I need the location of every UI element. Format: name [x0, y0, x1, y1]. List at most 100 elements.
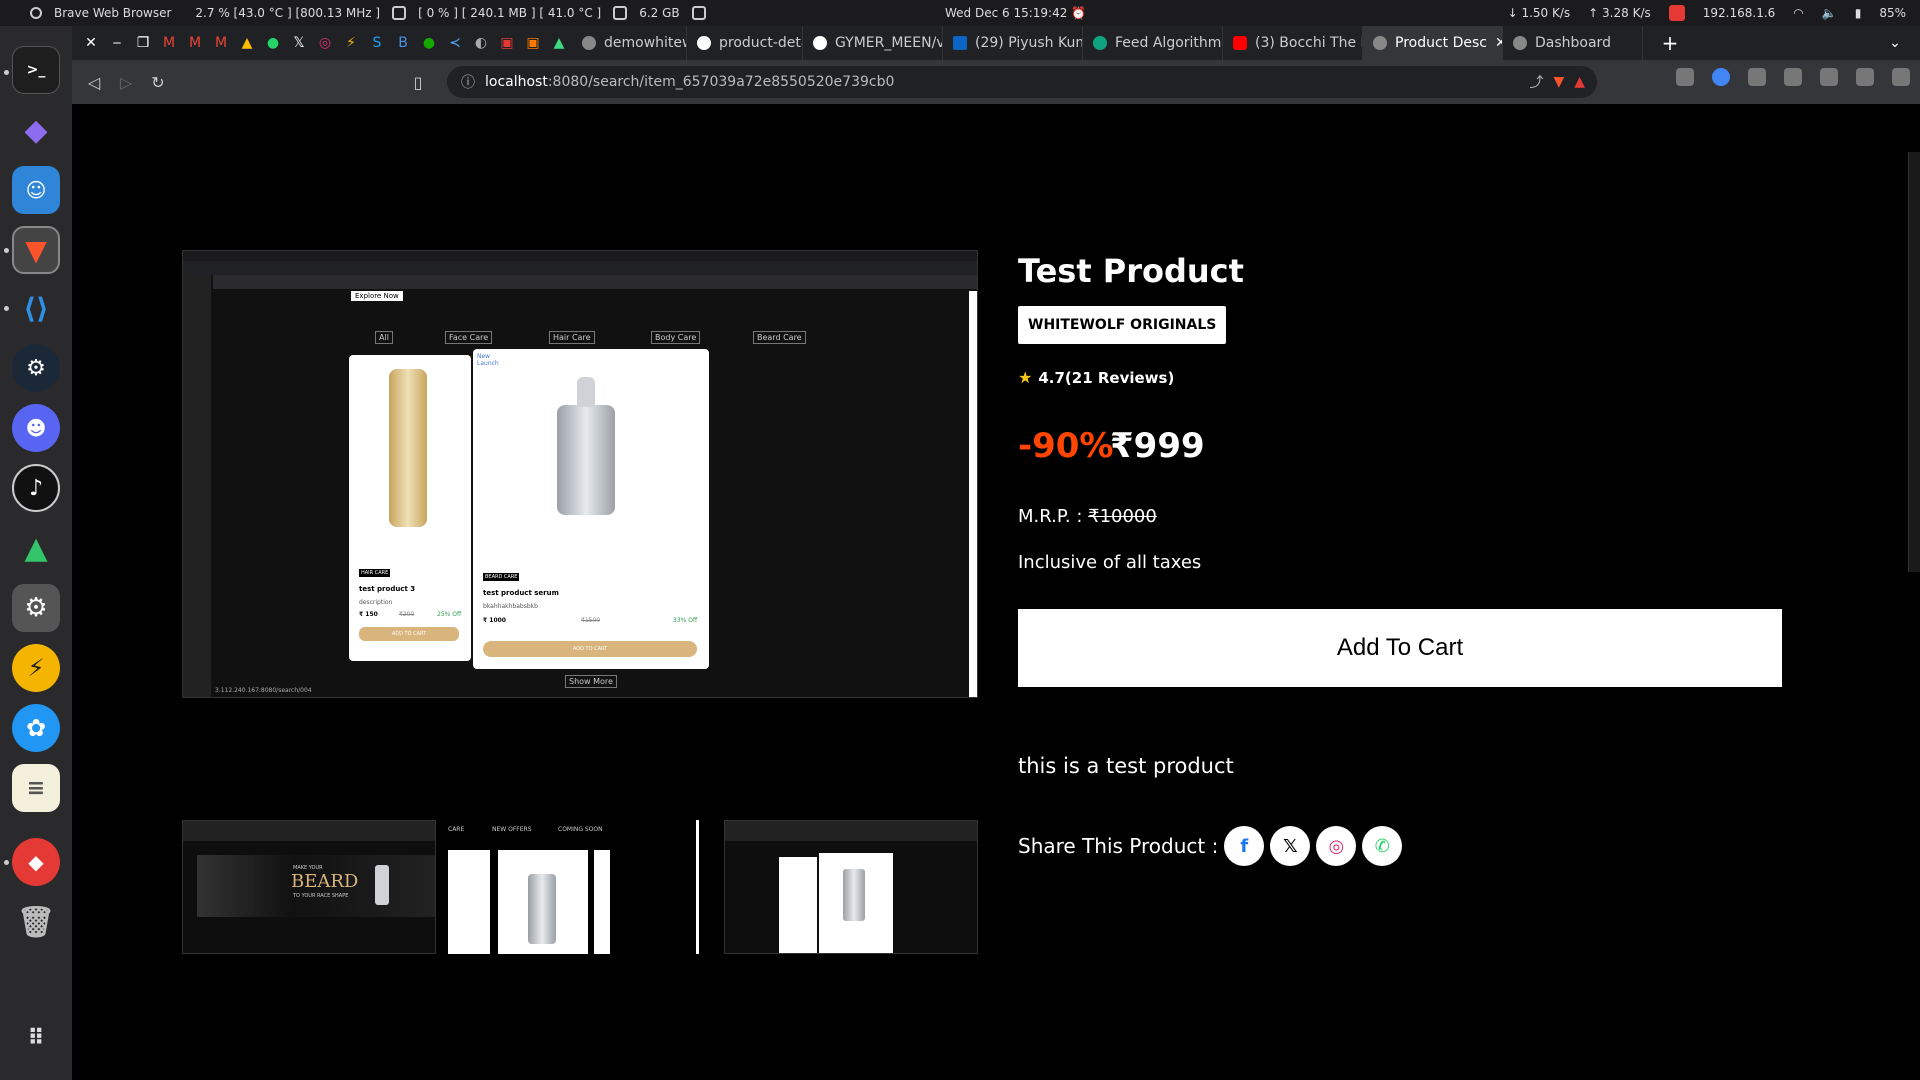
- thumbnail-3[interactable]: [724, 820, 978, 954]
- download-icon[interactable]: [1784, 68, 1802, 86]
- pinned-tab-icon[interactable]: ▣: [520, 30, 546, 56]
- info-icon[interactable]: ⓘ: [461, 72, 475, 92]
- inner-scrollbar: [969, 291, 977, 697]
- brave-icon[interactable]: ▼: [12, 226, 60, 274]
- tab-list-icon[interactable]: ⌄: [1882, 30, 1908, 56]
- tab-gymer-meen[interactable]: GYMER_MEEN/v: [803, 26, 943, 60]
- thumb2-divider: [696, 820, 699, 954]
- url-host: localhost: [485, 74, 548, 90]
- facebook-icon[interactable]: f: [1224, 826, 1265, 866]
- globe-icon: [582, 36, 596, 50]
- product-page: Explore Now All Face Care Hair Care Body…: [72, 104, 1920, 1080]
- share-label: Share This Product :: [1018, 834, 1219, 858]
- clock[interactable]: Wed Dec 6 15:19:42: [945, 6, 1067, 20]
- anydesk-dock-icon[interactable]: ◆: [12, 838, 60, 886]
- tab-demowhitewolf[interactable]: demowhitewolf.i: [572, 26, 687, 60]
- pinned-tab-icon[interactable]: ▣: [494, 30, 520, 56]
- x-icon[interactable]: 𝕏: [1270, 826, 1311, 866]
- back-icon[interactable]: ◁: [78, 66, 110, 98]
- cpu-icon: [392, 6, 407, 20]
- monitor-icon[interactable]: ▲: [12, 524, 60, 572]
- gmail-tab-icon[interactable]: M: [182, 30, 208, 56]
- thumbnail-1[interactable]: MAKE YOUR BEARD TO YOUR RACE SHAPE: [182, 820, 436, 954]
- chrome-extension-icon[interactable]: [1712, 68, 1730, 86]
- lightning-icon[interactable]: ⚡: [12, 644, 60, 692]
- brand-badge[interactable]: WHITEWOLF ORIGINALS: [1018, 306, 1227, 344]
- pinned-tab-icon[interactable]: ▲: [546, 30, 572, 56]
- pinned-tab-icon[interactable]: ⚡: [338, 30, 364, 56]
- pinned-tab-icon[interactable]: ◐: [468, 30, 494, 56]
- menu-icon[interactable]: [1892, 68, 1910, 86]
- card2-add-button: ADD TO CART: [483, 641, 697, 657]
- tab-product-detail[interactable]: product-detail-c: [687, 26, 803, 60]
- thumb3-bottle: [843, 869, 865, 921]
- drive-tab-icon[interactable]: ▲: [234, 30, 260, 56]
- close-tab-icon[interactable]: ✕: [1495, 35, 1502, 51]
- gmail-tab-icon[interactable]: M: [156, 30, 182, 56]
- gmail-tab-icon[interactable]: M: [208, 30, 234, 56]
- anydesk-icon[interactable]: [1668, 5, 1685, 21]
- terminal-icon[interactable]: >_: [12, 46, 60, 94]
- wifi-icon[interactable]: ◠: [1793, 6, 1803, 20]
- tab-linkedin[interactable]: (29) Piyush Kum: [943, 26, 1083, 60]
- trash-icon[interactable]: 🗑: [12, 898, 60, 946]
- pinned-tab-icon[interactable]: B: [390, 30, 416, 56]
- tab-product-desc[interactable]: Product Desc✕: [1363, 26, 1503, 60]
- forward-icon[interactable]: ▷: [110, 66, 142, 98]
- tab-bocchi[interactable]: (3) Bocchi The R: [1223, 26, 1363, 60]
- tab-feed-algorithm[interactable]: Feed Algorithm: [1083, 26, 1223, 60]
- linkedin-icon: [953, 36, 967, 50]
- notes-icon[interactable]: ≡: [12, 764, 60, 812]
- close-window-icon[interactable]: ✕: [78, 30, 104, 56]
- sidebar-icon[interactable]: [1820, 68, 1838, 86]
- thumb3-topbar: [725, 821, 977, 841]
- gold-bottle-image: [389, 369, 427, 527]
- chip-icon: [691, 6, 706, 20]
- discord-icon[interactable]: ☻: [12, 404, 60, 452]
- url-path: :8080/search/item_657039a72e8550520e739c…: [547, 74, 895, 90]
- usage-stat: [ 0 % ] [ 240.1 MB ] [ 41.0 °C ]: [418, 6, 602, 20]
- apps-grid-icon[interactable]: ⠿: [12, 1014, 60, 1062]
- battery-icon[interactable]: ▮: [1855, 6, 1862, 20]
- vscode-icon[interactable]: ⟨⟩: [12, 284, 60, 332]
- brave-shield-icon[interactable]: ▼: [1553, 74, 1564, 90]
- address-bar[interactable]: ⓘ localhost:8080/search/item_657039a72e8…: [447, 66, 1597, 98]
- extension-icon[interactable]: [1676, 68, 1694, 86]
- pinned-tab-icon[interactable]: ≺: [442, 30, 468, 56]
- maximize-icon[interactable]: ❐: [130, 30, 156, 56]
- card2-desc: bkahhakhbabsbkb: [483, 603, 538, 610]
- volume-icon[interactable]: 🔈: [1822, 6, 1837, 20]
- new-tab-icon[interactable]: +: [1657, 30, 1683, 56]
- memory-stat: 6.2 GB: [639, 6, 680, 20]
- browser-window: ✕ ‒ ❐ M M M ▲ ● 𝕏 ◎ ⚡ S B ● ≺ ◐ ▣ ▣ ▲ de…: [72, 26, 1920, 1080]
- bookmark-icon[interactable]: ▯: [402, 66, 434, 98]
- puzzle-icon[interactable]: [1748, 68, 1766, 86]
- whatsapp-icon[interactable]: ✆: [1362, 826, 1403, 866]
- gear-app-icon[interactable]: ✿: [12, 704, 60, 752]
- steam-icon[interactable]: ⚙: [12, 344, 60, 392]
- thumb1-bottle: [375, 865, 389, 905]
- card1-add-button: ADD TO CART: [359, 627, 459, 641]
- wallet-icon[interactable]: [1856, 68, 1874, 86]
- instagram-tab-icon[interactable]: ◎: [312, 30, 338, 56]
- upwork-tab-icon[interactable]: ●: [416, 30, 442, 56]
- music-icon[interactable]: ♪: [12, 464, 60, 512]
- obsidian-icon[interactable]: ◆: [12, 106, 60, 154]
- inner-filter-hair: Hair Care: [549, 331, 595, 344]
- x-tab-icon[interactable]: 𝕏: [286, 30, 312, 56]
- pinned-tab-icon[interactable]: S: [364, 30, 390, 56]
- finder-icon[interactable]: ☺: [12, 166, 60, 214]
- share-url-icon[interactable]: ⤴: [1529, 72, 1543, 92]
- page-scrollbar[interactable]: [1908, 152, 1920, 572]
- tab-dashboard[interactable]: Dashboard: [1503, 26, 1643, 60]
- thumbnail-2[interactable]: CARE NEW OFFERS COMING SOON: [448, 820, 702, 954]
- instagram-icon[interactable]: ◎: [1316, 826, 1357, 866]
- main-product-image[interactable]: Explore Now All Face Care Hair Care Body…: [182, 250, 978, 698]
- reload-icon[interactable]: ↻: [142, 66, 174, 98]
- minimize-icon[interactable]: ‒: [104, 30, 130, 56]
- mrp: M.R.P. : ₹10000: [1018, 506, 1157, 527]
- settings-icon[interactable]: ⚙: [12, 584, 60, 632]
- whatsapp-tab-icon[interactable]: ●: [260, 30, 286, 56]
- brave-rewards-icon[interactable]: ▲: [1574, 74, 1585, 90]
- add-to-cart-button[interactable]: Add To Cart: [1018, 609, 1782, 687]
